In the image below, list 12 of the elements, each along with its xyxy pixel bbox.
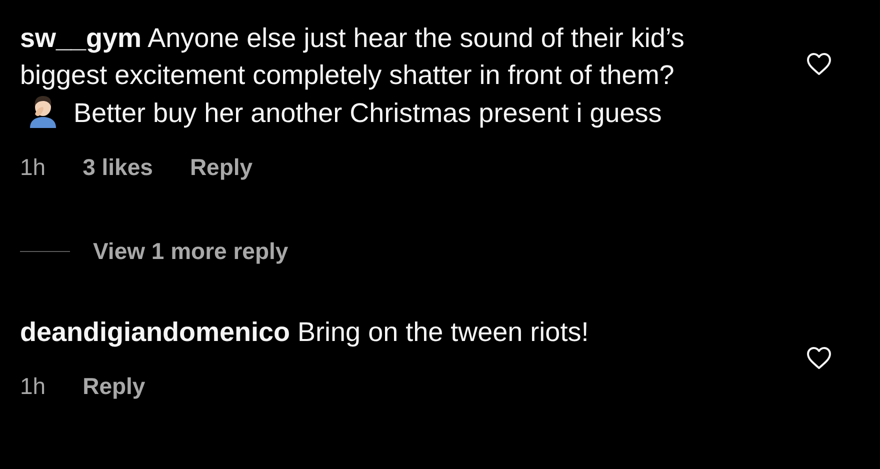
- comment-text: sw__gym Anyone else just hear the sound of their kid’s biggest excitement completely shatter in front of them? Better buy her another Christmas present i guess: [20, 22, 686, 130]
- heart-icon[interactable]: [806, 346, 832, 370]
- view-replies-link[interactable]: View 1 more reply: [93, 236, 288, 266]
- username-link[interactable]: sw__gym: [20, 23, 142, 53]
- likes-count[interactable]: 3 likes: [82, 152, 153, 182]
- comment-time: 1h: [20, 372, 46, 401]
- heart-icon[interactable]: [806, 52, 832, 76]
- reply-link[interactable]: Reply: [190, 152, 253, 182]
- comment-text: deandigiandomenico Bring on the tween riots!: [20, 316, 590, 349]
- comment-time: 1h: [20, 153, 46, 182]
- username-link[interactable]: deandigiandomenico: [20, 317, 290, 347]
- reply-link[interactable]: Reply: [82, 371, 146, 401]
